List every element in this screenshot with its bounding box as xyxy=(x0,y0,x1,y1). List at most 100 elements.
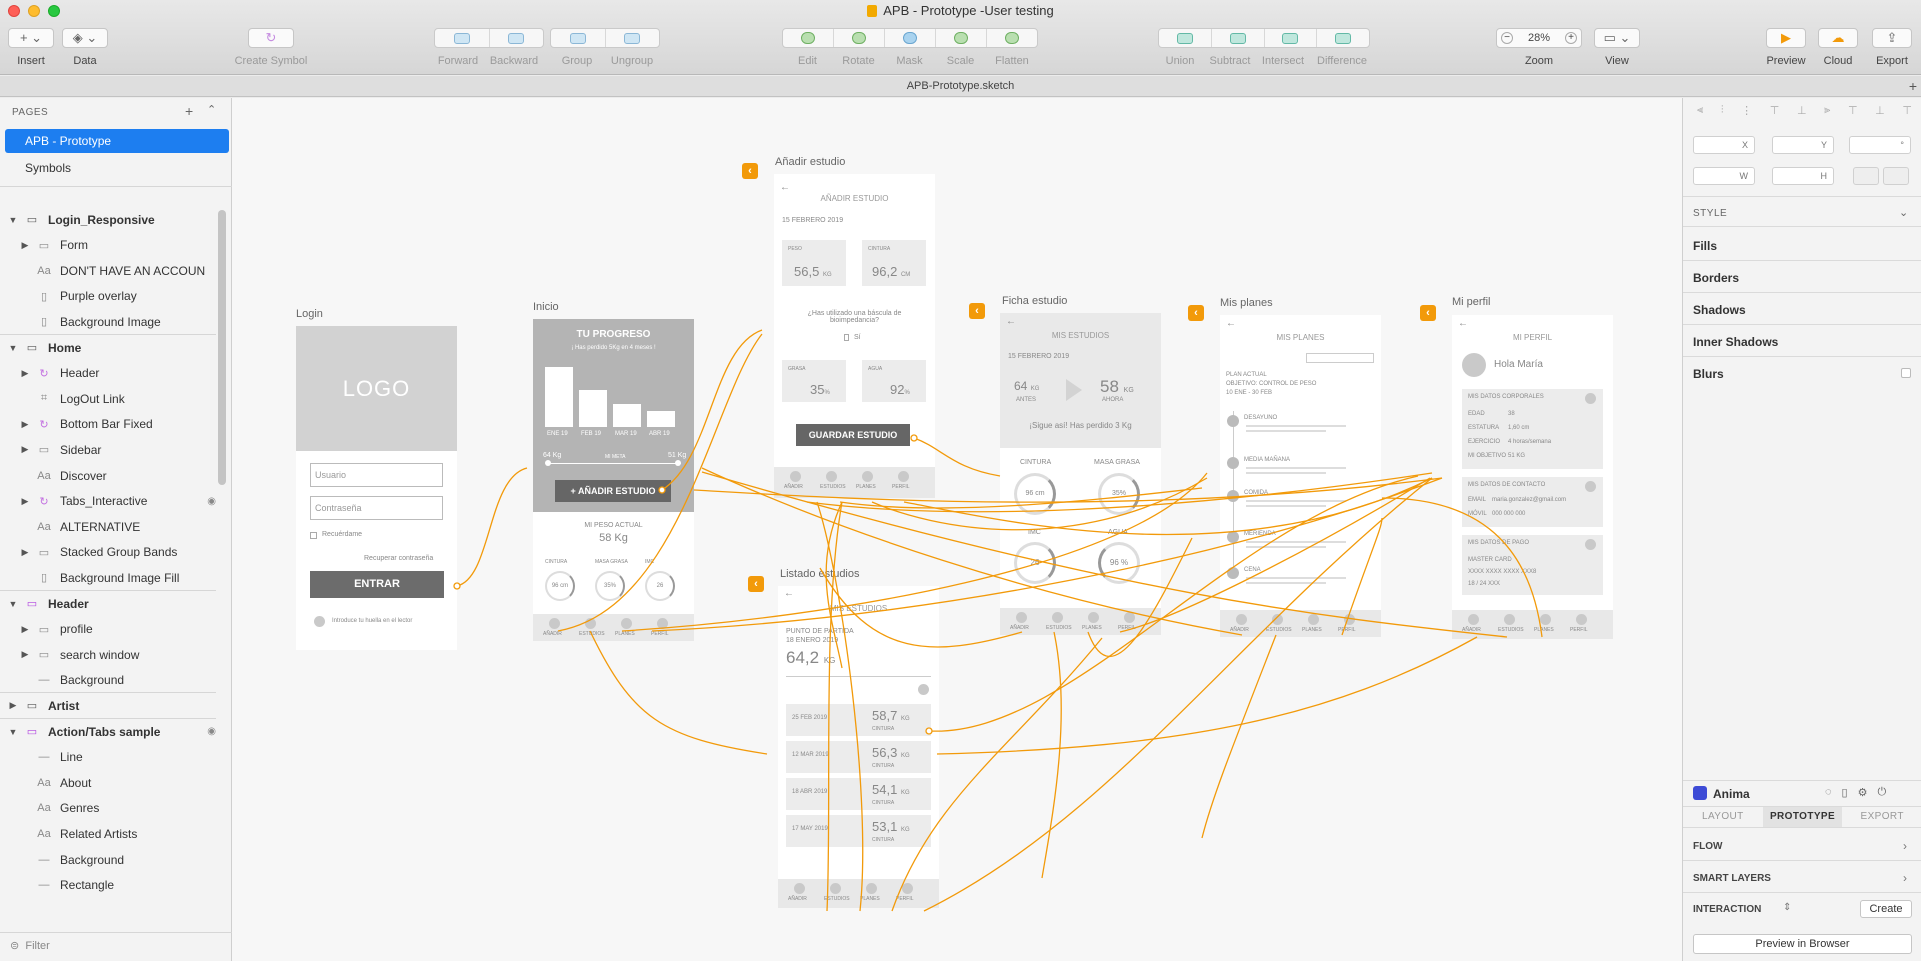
filter-field[interactable]: ⊜ Filter xyxy=(10,939,50,952)
chevron-right-icon[interactable]: › xyxy=(1903,839,1907,853)
disclosure-down-icon[interactable]: ▼ xyxy=(8,727,18,737)
layers-scrollbar[interactable] xyxy=(218,210,226,485)
artboard-row[interactable]: ▼ ▭ Home xyxy=(0,335,216,360)
disclosure-right-icon[interactable]: ▶ xyxy=(20,419,30,430)
disclosure-right-icon[interactable]: ▶ xyxy=(20,624,30,635)
data-button[interactable]: ◈ ⌄ xyxy=(62,28,108,48)
flatten-button[interactable] xyxy=(987,29,1037,47)
layer-row[interactable]: Aa Related Artists xyxy=(0,821,216,846)
disclosure-down-icon[interactable]: ▼ xyxy=(8,599,18,609)
cloud-button[interactable]: ☁ xyxy=(1818,28,1858,48)
intersect-button[interactable] xyxy=(1265,29,1318,47)
chat-icon[interactable]: ◌ xyxy=(1825,786,1832,799)
layer-row[interactable]: ▶ ▭ Stacked Group Bands xyxy=(0,540,216,565)
disclosure-right-icon[interactable]: ▶ xyxy=(20,240,30,251)
blurs-section[interactable]: Blurs xyxy=(1693,367,1724,381)
align-left-icon[interactable]: ⫷ xyxy=(1697,104,1703,117)
page-item-apb-prototype[interactable]: APB - Prototype xyxy=(5,129,229,153)
flip-horizontal-button[interactable] xyxy=(1853,167,1879,185)
align-vcenter-icon[interactable]: ⊥ xyxy=(1797,104,1807,117)
backward-button[interactable] xyxy=(490,29,544,47)
distribute-icon[interactable]: ⋮ xyxy=(1741,104,1752,117)
union-button[interactable] xyxy=(1159,29,1212,47)
fills-section[interactable]: Fills xyxy=(1693,239,1717,253)
align-more-icon[interactable]: ⊤ xyxy=(1902,104,1912,117)
group-button[interactable] xyxy=(551,29,606,47)
chevron-down-icon[interactable]: ⌄ xyxy=(1899,206,1908,219)
layer-row[interactable]: ▶ ↻ Tabs_Interactive ◉ xyxy=(0,489,216,514)
layer-row[interactable]: ▶ ▭ search window xyxy=(0,642,216,667)
shadows-section[interactable]: Shadows xyxy=(1693,303,1746,317)
add-page-button[interactable]: + xyxy=(185,103,193,119)
distribute-v-icon[interactable]: ⊥ xyxy=(1875,104,1885,117)
rotation-field[interactable]: ° xyxy=(1849,136,1911,154)
flow-section[interactable]: FLOW xyxy=(1693,841,1722,852)
forward-button[interactable] xyxy=(435,29,490,47)
disclosure-right-icon[interactable]: ▶ xyxy=(20,496,30,507)
blurs-checkbox[interactable] xyxy=(1901,368,1911,378)
layer-row[interactable]: ▯ Background Image Fill xyxy=(0,565,216,590)
layer-row[interactable]: ▶ ▭ Form xyxy=(0,233,216,258)
create-interaction-button[interactable]: Create xyxy=(1860,900,1912,918)
inner-shadows-section[interactable]: Inner Shadows xyxy=(1693,335,1778,349)
layer-row[interactable]: Aa ALTERNATIVE xyxy=(0,514,216,539)
layer-row[interactable]: Aa Discover xyxy=(0,463,216,488)
power-icon[interactable]: ⏻ xyxy=(1877,786,1886,799)
zoom-out-button[interactable]: − xyxy=(1501,32,1513,44)
book-icon[interactable]: ▯ xyxy=(1842,786,1848,799)
artboard-row[interactable]: ▼ ▭ Login_Responsive xyxy=(0,207,216,232)
collapse-pages-chevron-icon[interactable]: ⌃ xyxy=(207,103,216,116)
layer-row[interactable]: — Background xyxy=(0,668,216,693)
preview-in-browser-button[interactable]: Preview in Browser xyxy=(1693,934,1912,954)
export-button[interactable]: ⇪ xyxy=(1872,28,1912,48)
disclosure-right-icon[interactable]: ▶ xyxy=(8,700,18,711)
canvas[interactable]: Login LOGO Usuario Contraseña Recuérdame… xyxy=(232,98,1682,961)
zoom-in-button[interactable]: + xyxy=(1565,32,1577,44)
subtract-button[interactable] xyxy=(1212,29,1265,47)
disclosure-right-icon[interactable]: ▶ xyxy=(20,649,30,660)
ungroup-button[interactable] xyxy=(606,29,660,47)
align-right-icon[interactable]: ⊤ xyxy=(1848,104,1858,117)
layer-row[interactable]: ▶ ↻ Bottom Bar Fixed xyxy=(0,412,216,437)
disclosure-down-icon[interactable]: ▼ xyxy=(8,343,18,353)
layer-row[interactable]: ▶ ↻ Header xyxy=(0,361,216,386)
align-hcenter-icon[interactable]: ⫶ xyxy=(1721,104,1724,117)
x-field[interactable]: X xyxy=(1693,136,1755,154)
layer-row[interactable]: ▯ Background Image xyxy=(0,309,216,334)
layer-row[interactable]: ⌗ LogOut Link xyxy=(0,386,216,411)
tab-export[interactable]: EXPORT xyxy=(1842,807,1921,827)
y-field[interactable]: Y xyxy=(1772,136,1834,154)
document-tab[interactable]: APB-Prototype.sketch xyxy=(907,80,1015,92)
insert-button[interactable]: + ⌄ xyxy=(8,28,54,48)
flip-vertical-button[interactable] xyxy=(1883,167,1909,185)
artboard-row[interactable]: ▶ ▭ Artist xyxy=(0,693,216,718)
layer-row[interactable]: ▶ ▭ Sidebar xyxy=(0,437,216,462)
layer-row[interactable]: Aa Genres xyxy=(0,796,216,821)
layer-row[interactable]: — Background xyxy=(0,847,216,872)
layer-row[interactable]: ▯ Purple overlay xyxy=(0,284,216,309)
edit-button[interactable] xyxy=(783,29,834,47)
visibility-eye-icon[interactable]: ◉ xyxy=(207,496,216,507)
tab-prototype[interactable]: PROTOTYPE xyxy=(1762,807,1843,827)
smart-layers-section[interactable]: SMART LAYERS xyxy=(1693,873,1771,884)
disclosure-right-icon[interactable]: ▶ xyxy=(20,368,30,379)
layer-row[interactable]: — Line xyxy=(0,745,216,770)
height-field[interactable]: H xyxy=(1772,167,1834,185)
difference-button[interactable] xyxy=(1317,29,1369,47)
layer-row[interactable]: — Rectangle xyxy=(0,873,216,898)
preview-button[interactable]: ▶ xyxy=(1766,28,1806,48)
align-bottom-icon[interactable]: ⫸ xyxy=(1824,104,1830,117)
disclosure-right-icon[interactable]: ▶ xyxy=(20,547,30,558)
visibility-eye-icon[interactable]: ◉ xyxy=(207,726,216,737)
page-item-symbols[interactable]: Symbols xyxy=(25,161,71,175)
disclosure-down-icon[interactable]: ▼ xyxy=(8,215,18,225)
mask-button[interactable] xyxy=(885,29,936,47)
width-field[interactable]: W xyxy=(1693,167,1755,185)
interaction-stepper-icon[interactable]: ⇕ xyxy=(1783,902,1791,913)
zoom-value[interactable]: 28% xyxy=(1528,32,1550,44)
layer-row[interactable]: Aa DON'T HAVE AN ACCOUN xyxy=(0,258,216,283)
scale-button[interactable] xyxy=(936,29,987,47)
layer-row[interactable]: Aa About xyxy=(0,770,216,795)
disclosure-right-icon[interactable]: ▶ xyxy=(20,444,30,455)
artboard-row[interactable]: ▼ ▭ Header xyxy=(0,591,216,616)
